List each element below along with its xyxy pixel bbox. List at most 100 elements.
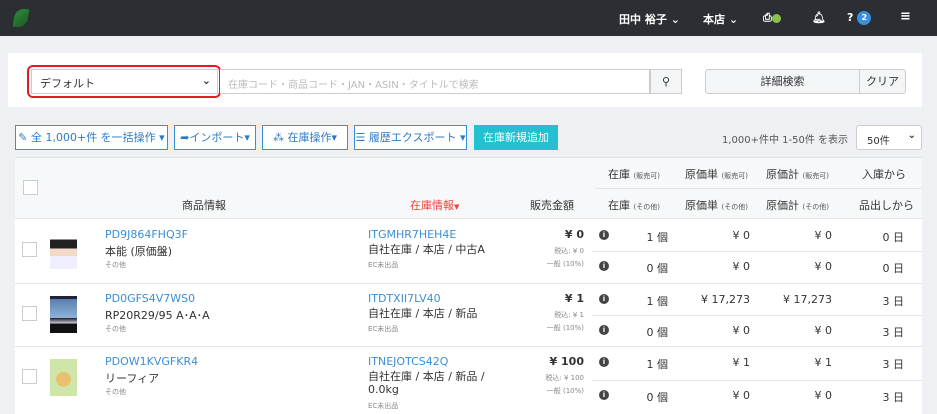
product-thumbnail[interactable] bbox=[50, 232, 77, 269]
col-cost-total-sellable: 原価計 (販売可) bbox=[766, 166, 829, 182]
info-icon[interactable]: i bbox=[599, 325, 609, 335]
cost-total-sellable: ¥ 1 bbox=[814, 356, 833, 369]
col-sub: (その他) bbox=[802, 203, 829, 211]
stock-ops-label: 在庫操作 bbox=[287, 131, 332, 144]
col-label: 原価計 bbox=[766, 199, 799, 212]
col-days-out: 品出しから bbox=[859, 199, 914, 212]
clear-button[interactable]: クリア bbox=[860, 69, 906, 94]
info-icon[interactable]: i bbox=[599, 357, 609, 367]
question-icon: ? bbox=[847, 11, 854, 24]
per-page-select[interactable]: 50件 ⌄ bbox=[856, 125, 922, 150]
printer-status[interactable]: ⎙ bbox=[763, 11, 781, 25]
info-icon[interactable]: i bbox=[599, 294, 609, 304]
info-icon[interactable]: i bbox=[599, 390, 609, 400]
col-stock-info[interactable]: 在庫情報▼ bbox=[410, 197, 459, 213]
cost-unit-other: ¥ 0 bbox=[732, 260, 751, 273]
stock-location: 自社在庫 / 本店 / 中古A bbox=[368, 243, 485, 256]
cost-unit-sellable: ¥ 0 bbox=[732, 229, 751, 242]
stock-code-link[interactable]: ITGMHR7HEH4E bbox=[368, 228, 456, 241]
add-stock-button[interactable]: 在庫新規追加 bbox=[474, 125, 558, 150]
col-days-in: 入庫から bbox=[862, 168, 906, 181]
preset-value: デフォルト bbox=[40, 77, 95, 90]
export-label: 履歴エクスポート bbox=[368, 131, 457, 144]
stock-qty-sellable: 1 個 bbox=[646, 358, 669, 371]
bulk-action-button[interactable]: ✎ 全 1,000+件 を一括操作 ▾ bbox=[15, 125, 168, 150]
days-sellable: 3 日 bbox=[882, 295, 905, 308]
search-icon: ⚲ bbox=[661, 75, 671, 88]
sale-price: ¥ 0 bbox=[564, 228, 584, 241]
stock-location: 自社在庫 / 本店 / 新品 bbox=[368, 307, 478, 320]
col-sub: (その他) bbox=[633, 203, 660, 211]
bell-icon[interactable]: 🔔︎ bbox=[812, 11, 826, 24]
col-label: 原価単 bbox=[685, 199, 718, 212]
ec-status: EC未出品 bbox=[368, 325, 399, 333]
stock-ops-button[interactable]: ⁂ 在庫操作▾ bbox=[262, 125, 348, 150]
help-button[interactable]: ? 2 bbox=[847, 11, 872, 25]
sale-price: ¥ 100 bbox=[549, 355, 584, 368]
info-icon[interactable]: i bbox=[599, 261, 609, 271]
cost-total-other: ¥ 0 bbox=[814, 389, 833, 402]
col-price: 販売金額 bbox=[530, 199, 574, 212]
row-checkbox[interactable] bbox=[22, 306, 37, 321]
subrow-divider bbox=[592, 380, 922, 381]
product-category: その他 bbox=[105, 261, 126, 269]
product-thumbnail[interactable] bbox=[50, 296, 77, 333]
col-sub: (その他) bbox=[721, 203, 748, 211]
row-checkbox[interactable] bbox=[22, 242, 37, 257]
sort-desc-icon: ▼ bbox=[454, 203, 460, 211]
chevron-down-icon: ⌄ bbox=[201, 74, 211, 87]
product-category: その他 bbox=[105, 325, 126, 333]
days-sellable: 3 日 bbox=[882, 358, 905, 371]
detail-search-button[interactable]: 詳細検索 bbox=[705, 69, 860, 94]
preset-select[interactable]: デフォルト ⌄ bbox=[31, 69, 218, 94]
stock-qty-other: 0 個 bbox=[646, 326, 669, 339]
col-cost-unit-other: 原価単 (その他) bbox=[685, 197, 748, 213]
result-count: 1,000+件中 1-50件 を表示 bbox=[721, 135, 848, 146]
chevron-down-icon: ⌄ bbox=[728, 13, 739, 26]
subrow-divider bbox=[592, 251, 922, 252]
store-name: 本店 bbox=[703, 13, 725, 26]
store-menu[interactable]: 本店 ⌄ bbox=[703, 11, 738, 27]
product-code-link[interactable]: PD0GFS4V7WS0 bbox=[105, 292, 195, 305]
sale-price: ¥ 1 bbox=[564, 292, 584, 305]
product-code-link[interactable]: PD9J864FHQ3F bbox=[105, 228, 188, 241]
cost-total-other: ¥ 0 bbox=[814, 324, 833, 337]
ec-status: EC未出品 bbox=[368, 261, 399, 269]
row-checkbox[interactable] bbox=[22, 369, 37, 384]
col-label: 在庫 bbox=[608, 168, 630, 181]
table-header: 商品情報 在庫情報▼ 販売金額 在庫 (販売可) 在庫 (その他) 原価単 (販… bbox=[15, 157, 922, 219]
col-sub: (販売可) bbox=[721, 172, 748, 180]
days-other: 3 日 bbox=[882, 326, 905, 339]
product-thumbnail[interactable] bbox=[50, 359, 77, 396]
search-input[interactable]: 在庫コード・商品コード・JAN・ASIN・タイトルで検索 bbox=[220, 69, 650, 94]
stock-code-link[interactable]: ITNEJOTCS42Q bbox=[368, 355, 448, 368]
product-code-link[interactable]: PDOW1KVGFKR4 bbox=[105, 355, 198, 368]
hamburger-menu-icon[interactable]: ≡ bbox=[900, 9, 911, 24]
select-all-checkbox[interactable] bbox=[23, 180, 38, 195]
stock-code-link[interactable]: ITDTXII7LV40 bbox=[368, 292, 441, 305]
share-icon: ➦ bbox=[180, 131, 190, 144]
edit-icon: ✎ bbox=[18, 131, 28, 144]
search-button[interactable]: ⚲ bbox=[650, 69, 682, 94]
import-button[interactable]: ➦インポート▾ bbox=[174, 125, 256, 150]
user-menu[interactable]: 田中 裕子 ⌄ bbox=[619, 11, 680, 27]
tax-type: 一般 (10%) bbox=[546, 260, 584, 268]
export-button[interactable]: ☰ 履歴エクスポート ▾ bbox=[354, 125, 467, 150]
printer-icon: ⎙ bbox=[763, 11, 772, 24]
cost-unit-sellable: ¥ 1 bbox=[732, 356, 751, 369]
info-icon[interactable]: i bbox=[599, 230, 609, 240]
col-sub: (販売可) bbox=[802, 172, 829, 180]
product-category: その他 bbox=[105, 388, 126, 396]
product-name: RP20R29/95 A･A･A bbox=[105, 309, 210, 322]
tax-included: 税込: ¥ 1 bbox=[554, 311, 584, 319]
stock-qty-other: 0 個 bbox=[646, 391, 669, 404]
product-name: リーフィア bbox=[105, 372, 160, 385]
product-name: 本能 (原価盤) bbox=[105, 245, 173, 258]
subrow-divider bbox=[592, 315, 922, 316]
top-navbar: 田中 裕子 ⌄ 本店 ⌄ ⎙ 🔔︎ ? 2 ≡ bbox=[0, 0, 937, 36]
col-stock-other: 在庫 (その他) bbox=[608, 197, 660, 213]
col-cost-total-other: 原価計 (その他) bbox=[766, 197, 829, 213]
app-logo[interactable] bbox=[12, 9, 30, 27]
chevron-down-icon: ⌄ bbox=[907, 130, 916, 141]
col-product: 商品情報 bbox=[182, 199, 226, 212]
